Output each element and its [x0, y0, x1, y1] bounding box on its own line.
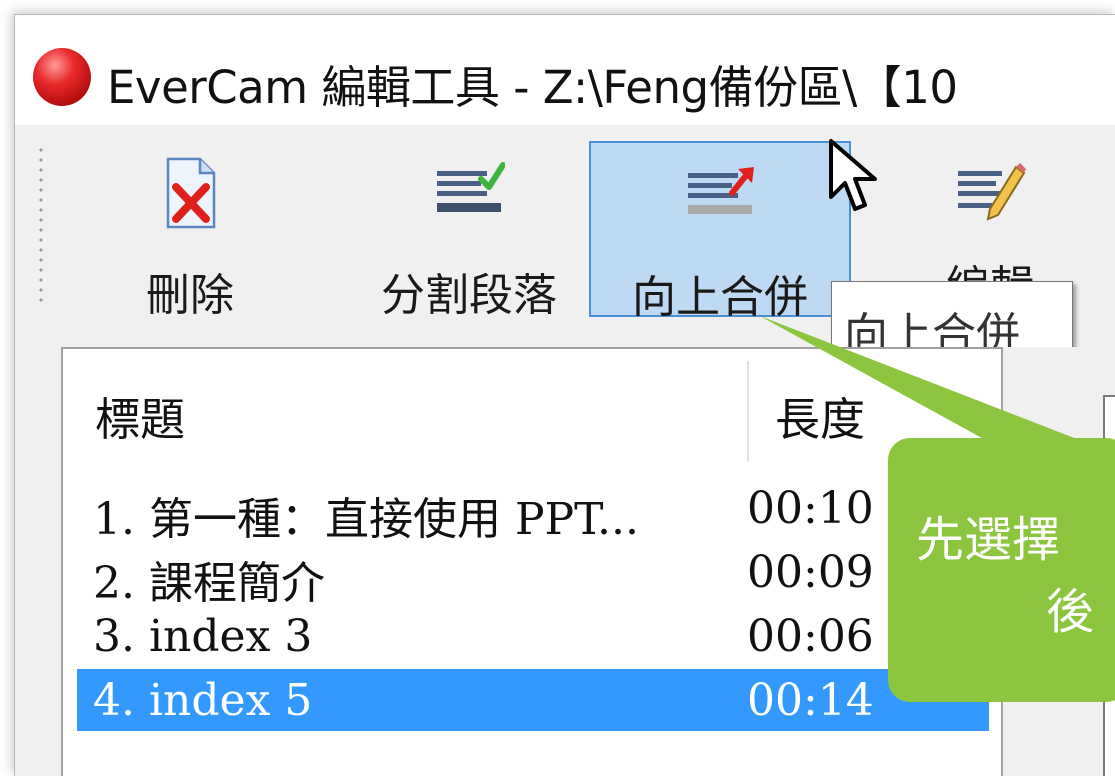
row-length: 00:06: [747, 611, 874, 662]
row-title: 2. 課程簡介: [93, 558, 325, 609]
split-paragraph-icon: [437, 162, 505, 212]
instruction-callout: 先選擇 後: [888, 438, 1115, 702]
split-paragraph-button[interactable]: 分割段落: [351, 141, 587, 321]
merge-up-button[interactable]: 向上合併: [589, 141, 851, 323]
segment-list[interactable]: 標題 長度 1. 第一種：直接使用 PPT... 00:10 2. 課程簡介 0…: [61, 347, 1003, 776]
title-bar: EverCam 編輯工具 - Z:\Feng備份區\【10: [15, 15, 1115, 125]
mouse-cursor-icon: [829, 139, 877, 211]
delete-button[interactable]: 刪除: [115, 141, 265, 321]
list-row[interactable]: 1. 第一種：直接使用 PPT... 00:10: [77, 477, 989, 545]
column-divider[interactable]: [747, 361, 749, 461]
column-header-title[interactable]: 標題: [95, 383, 185, 448]
callout-text-line1: 先選擇: [916, 512, 1061, 568]
list-row[interactable]: 2. 課程簡介 00:09: [77, 541, 989, 609]
merge-up-icon: [688, 167, 754, 214]
column-header-length[interactable]: 長度: [775, 383, 865, 448]
list-row[interactable]: 3. index 3 00:06: [77, 605, 989, 667]
list-row-selected[interactable]: 4. index 5 00:14: [77, 669, 989, 731]
edit-pencil-icon: [958, 163, 1026, 221]
row-length: 00:14: [747, 675, 874, 726]
delete-button-label: 刪除: [146, 270, 234, 321]
delete-document-icon: [166, 157, 216, 229]
row-length: 00:09: [747, 547, 874, 598]
app-logo-icon: [33, 48, 91, 106]
row-title: 3. index 3: [93, 611, 313, 662]
row-title: 1. 第一種：直接使用 PPT...: [93, 494, 640, 545]
window-title: EverCam 編輯工具 - Z:\Feng備份區\【10: [107, 61, 958, 114]
callout-text-line2: 後: [1046, 584, 1095, 640]
row-title: 4. index 5: [93, 675, 313, 726]
toolbar-grip-handle[interactable]: [37, 145, 45, 305]
split-paragraph-button-label: 分割段落: [381, 270, 557, 321]
row-length: 00:10: [747, 483, 874, 534]
merge-up-button-label: 向上合併: [632, 272, 808, 323]
